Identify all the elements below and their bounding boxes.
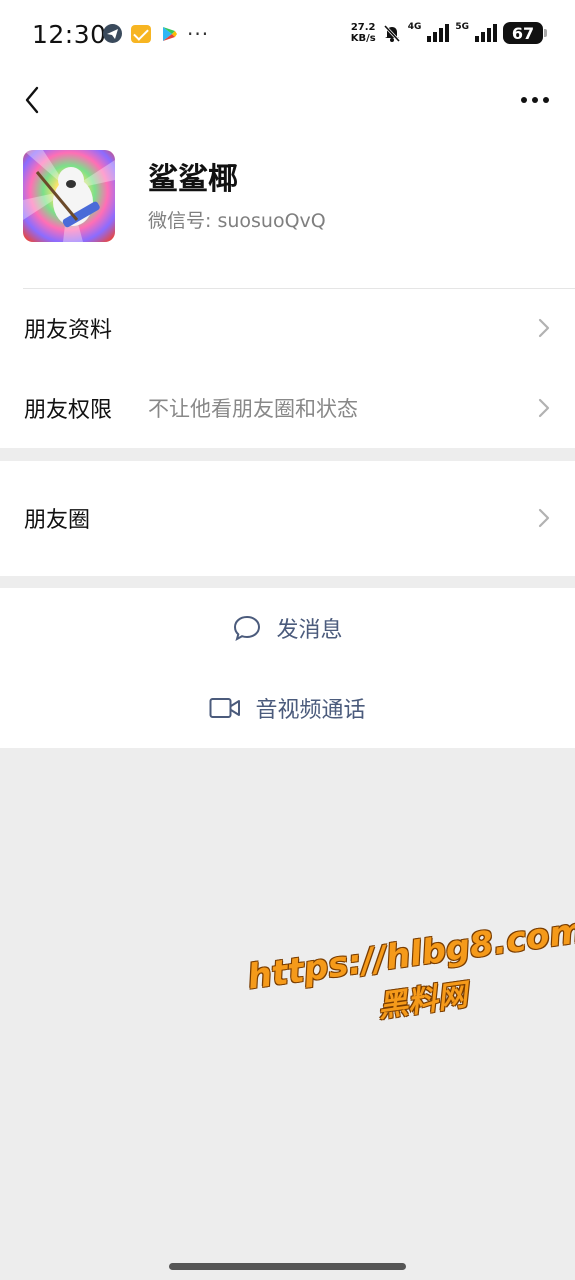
row-label: 朋友权限 [24,398,113,423]
chat-bubble-icon [234,615,261,642]
signal-5g-label: 5G [455,21,469,32]
chevron-right-icon [538,318,550,338]
home-indicator[interactable] [169,1263,406,1270]
signal-5g-icon [475,24,497,42]
row-value: 不让他看朋友圈和状态 [148,397,358,421]
signal-4g-label: 4G [407,21,422,32]
more-dots-icon: ··· [187,21,210,46]
actions-group: 发消息 音视频通话 [0,588,575,748]
friend-permissions-row[interactable]: 朋友权限 不让他看朋友圈和状态 [0,368,575,448]
chevron-right-icon [538,508,550,528]
notification-icons: ··· [103,21,210,46]
profile-header: 鲨鲨椰 微信号: suosuoQvQ [0,130,575,288]
network-speed: 27.2 KB/s [350,22,376,44]
moments-group: 朋友圈 [0,461,575,576]
telegram-icon [103,24,122,43]
battery-icon: 67 [503,22,547,44]
nav-bar [0,70,575,130]
chevron-left-icon [25,86,39,114]
mute-bell-icon [382,23,402,43]
video-call-button[interactable]: 音视频通话 [0,668,575,748]
video-camera-icon [209,698,241,718]
signal-4g-icon [427,24,450,42]
watermark: https://hlbg8.com 黑料网 [245,911,575,1043]
send-message-button[interactable]: 发消息 [0,588,575,668]
back-button[interactable] [14,78,50,122]
chevron-right-icon [538,398,550,418]
wechat-id: 微信号: suosuoQvQ [148,210,326,232]
status-time: 12:30 [32,20,107,49]
friend-info-row[interactable]: 朋友资料 [0,288,575,368]
video-call-label: 音视频通话 [255,698,366,723]
status-bar: 12:30 ··· 27.2 KB/s 4G 5G 67 [0,0,575,70]
row-label: 朋友圈 [24,508,91,533]
avatar[interactable] [23,150,115,242]
row-label: 朋友资料 [24,318,113,343]
more-horizontal-icon [521,97,549,103]
system-icons: 27.2 KB/s 4G 5G 67 [350,21,547,44]
profile-name: 鲨鲨椰 [148,162,238,197]
mail-icon [131,24,151,43]
more-options-button[interactable] [517,82,553,118]
friend-settings-group: 朋友资料 朋友权限 不让他看朋友圈和状态 [0,288,575,448]
send-message-label: 发消息 [276,618,343,643]
moments-row[interactable]: 朋友圈 [0,478,575,558]
play-store-icon [160,25,178,43]
